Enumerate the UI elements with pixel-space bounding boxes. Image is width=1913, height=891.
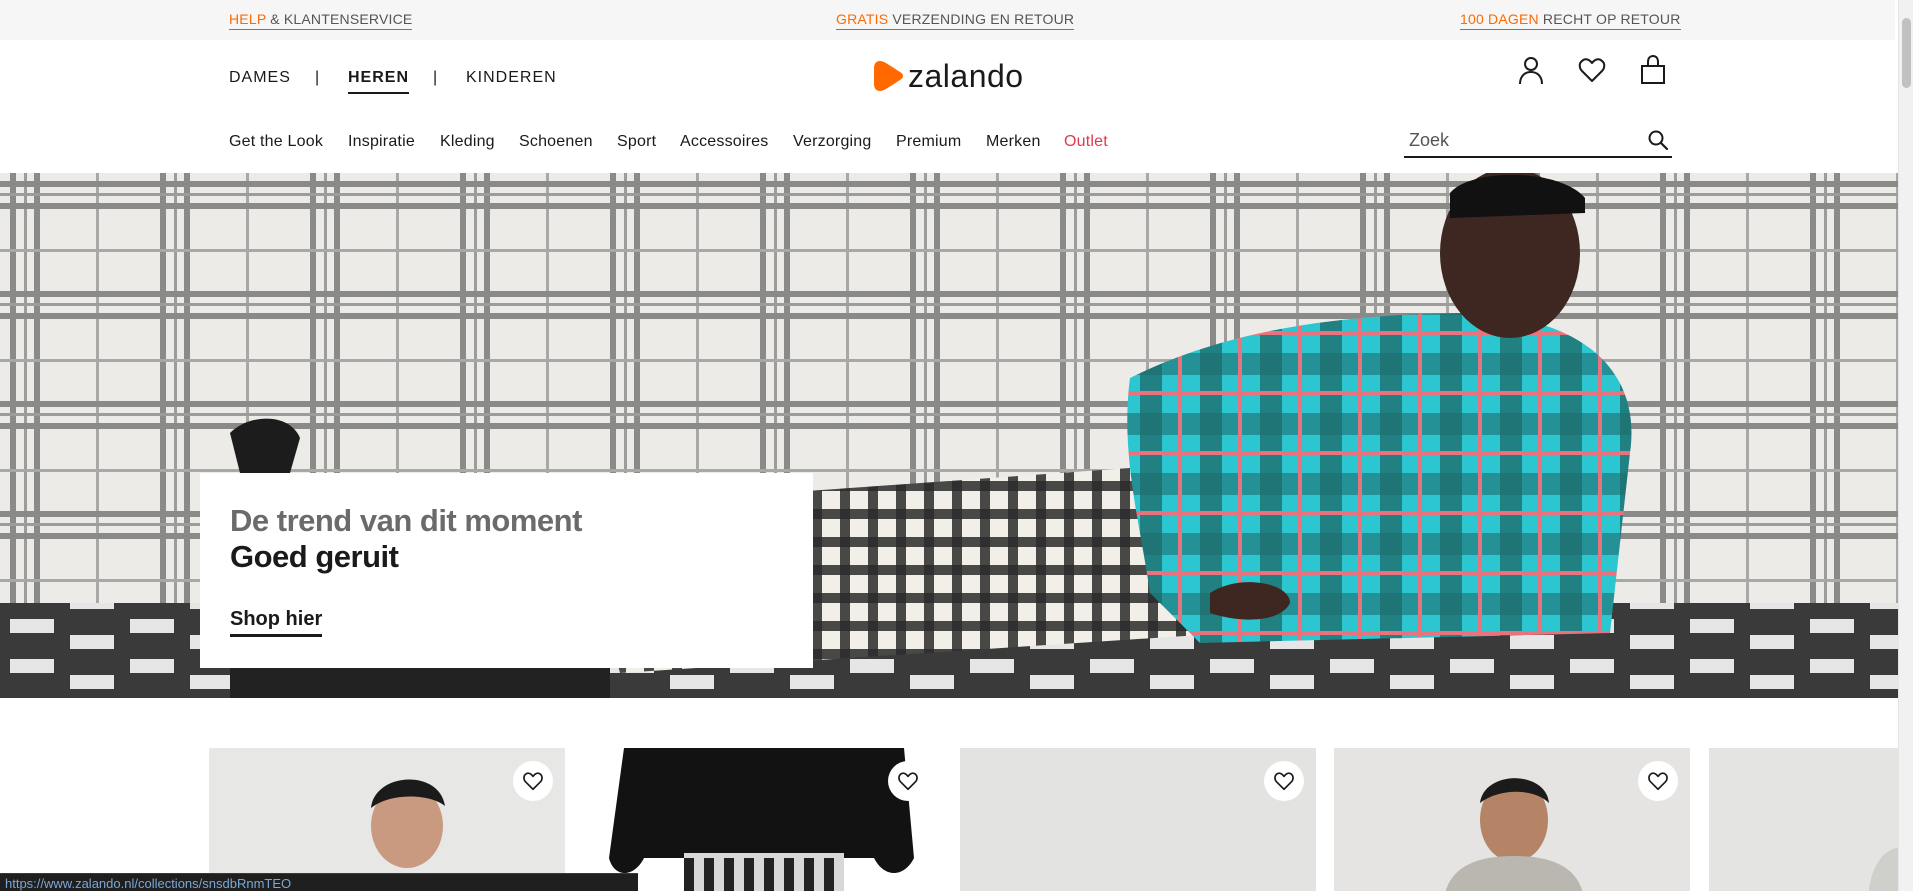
shipping-link[interactable]: GRATIS VERZENDING EN RETOUR xyxy=(836,11,1075,30)
gender-separator: | xyxy=(315,69,320,86)
gender-tab-kinderen[interactable]: KINDEREN xyxy=(466,69,557,87)
returns-link[interactable]: 100 DAGEN RECHT OP RETOUR xyxy=(1460,11,1681,30)
product-card[interactable] xyxy=(1709,748,1898,891)
page-scrollbar[interactable] xyxy=(1898,0,1913,891)
category-inspiratie[interactable]: Inspiratie xyxy=(348,133,415,151)
help-link[interactable]: HELP & KLANTENSERVICE xyxy=(229,11,413,30)
logo-wordmark: zalando xyxy=(908,57,1024,94)
category-verzorging[interactable]: Verzorging xyxy=(793,133,872,151)
search-input[interactable] xyxy=(1409,128,1629,152)
heart-icon xyxy=(523,772,543,791)
returns-link-text: RECHT OP RETOUR xyxy=(1538,11,1681,27)
zalando-logo[interactable]: zalando xyxy=(874,56,1024,96)
category-premium[interactable]: Premium xyxy=(896,133,961,151)
product-card[interactable] xyxy=(584,748,940,891)
product-card[interactable] xyxy=(960,748,1316,891)
site-header: DAMES | HEREN | KINDEREN zalando Get the… xyxy=(0,40,1895,172)
wishlist-button[interactable] xyxy=(1264,761,1304,801)
category-kleding[interactable]: Kleding xyxy=(440,133,495,151)
hero-card: De trend van dit moment Goed geruit Shop… xyxy=(200,473,813,668)
heart-icon[interactable] xyxy=(1577,54,1607,86)
scrollbar-thumb[interactable] xyxy=(1902,18,1911,88)
hero-banner[interactable]: De trend van dit moment Goed geruit Shop… xyxy=(0,173,1898,698)
gender-tab-dames[interactable]: DAMES xyxy=(229,69,291,87)
category-get-the-look[interactable]: Get the Look xyxy=(229,133,323,151)
product-image xyxy=(960,748,1316,891)
zalando-play-icon xyxy=(874,61,903,91)
wishlist-button[interactable] xyxy=(1638,761,1678,801)
product-card[interactable] xyxy=(209,748,565,891)
help-link-text: & KLANTENSERVICE xyxy=(266,11,413,27)
product-image xyxy=(1709,748,1898,891)
status-url-bar: https://www.zalando.nl/collections/snsdb… xyxy=(0,873,638,891)
product-image xyxy=(584,748,940,891)
gender-tab-heren[interactable]: HEREN xyxy=(348,69,410,94)
wishlist-button[interactable] xyxy=(513,761,553,801)
shop-here-link[interactable]: Shop hier xyxy=(230,608,323,637)
category-accessoires[interactable]: Accessoires xyxy=(680,133,768,151)
product-image xyxy=(1334,748,1690,891)
search-box xyxy=(1404,124,1672,158)
heart-icon xyxy=(898,772,918,791)
category-outlet[interactable]: Outlet xyxy=(1064,133,1108,151)
shipping-link-text: VERZENDING EN RETOUR xyxy=(888,11,1075,27)
hero-subtitle: De trend van dit moment xyxy=(230,503,582,538)
product-image xyxy=(209,748,565,891)
gender-separator: | xyxy=(433,69,438,86)
category-schoenen[interactable]: Schoenen xyxy=(519,133,593,151)
shipping-link-accent: GRATIS xyxy=(836,11,889,27)
category-sport[interactable]: Sport xyxy=(617,133,656,151)
heart-icon xyxy=(1274,772,1294,791)
user-icon[interactable] xyxy=(1516,54,1546,86)
help-link-accent: HELP xyxy=(229,11,267,27)
search-icon[interactable] xyxy=(1646,128,1670,152)
product-card[interactable] xyxy=(1334,748,1690,891)
returns-link-accent: 100 DAGEN xyxy=(1460,11,1539,27)
category-merken[interactable]: Merken xyxy=(986,133,1041,151)
hero-title: Goed geruit xyxy=(230,539,399,574)
bag-icon[interactable] xyxy=(1638,54,1668,86)
top-service-bar: HELP & KLANTENSERVICE GRATIS VERZENDING … xyxy=(0,0,1895,40)
status-url: https://www.zalando.nl/collections/snsdb… xyxy=(5,876,292,891)
heart-icon xyxy=(1648,772,1668,791)
wishlist-button[interactable] xyxy=(888,761,928,801)
